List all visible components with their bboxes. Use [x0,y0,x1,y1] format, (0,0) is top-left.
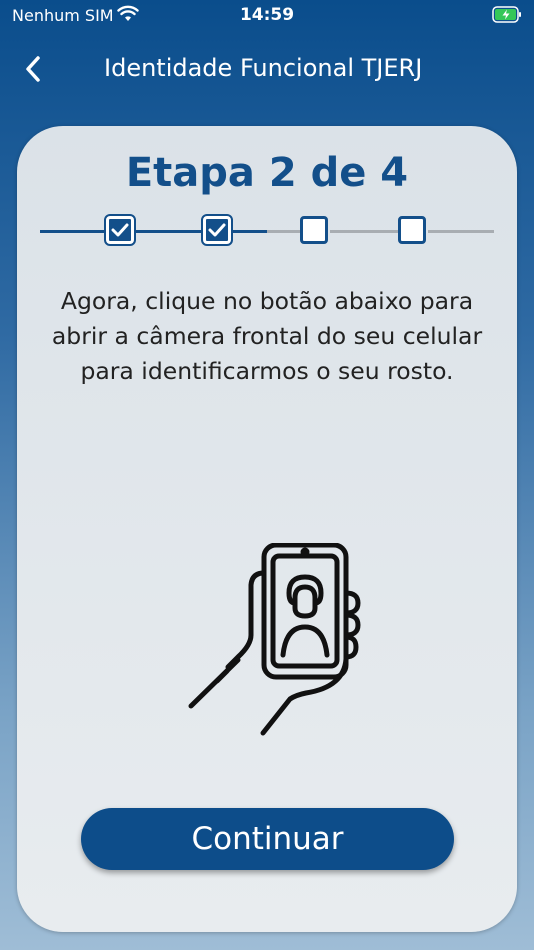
progress-line-done [136,230,203,233]
step-4-checkbox [398,216,426,244]
status-bar: Nenhum SIM 14:59 [0,0,534,32]
step-2-checkbox [201,214,233,246]
progress-line-active [233,230,267,233]
nav-bar: Identidade Funcional TJERJ [0,44,534,94]
step-card: Etapa 2 de 4 Agora, clique no botão abai… [17,126,517,932]
nav-title: Identidade Funcional TJERJ [104,54,423,82]
check-icon [111,223,129,237]
step-1-checkbox [104,214,136,246]
step-3-checkbox [300,216,328,244]
back-chevron-icon[interactable] [20,52,50,86]
clock: 14:59 [239,5,295,25]
check-icon [208,223,226,237]
battery-charging-icon [492,6,521,23]
progress-line-pending [428,230,494,233]
progress-line-pending [267,230,300,233]
progress-line-pending [330,230,398,233]
step-progress [40,214,494,248]
step-title: Etapa 2 de 4 [125,150,409,196]
progress-line-done [40,230,106,233]
continue-button[interactable]: Continuar [81,808,454,870]
hand-holding-phone-icon [188,543,361,736]
instruction-text: Agora, clique no botão abaixo para abrir… [51,287,483,385]
